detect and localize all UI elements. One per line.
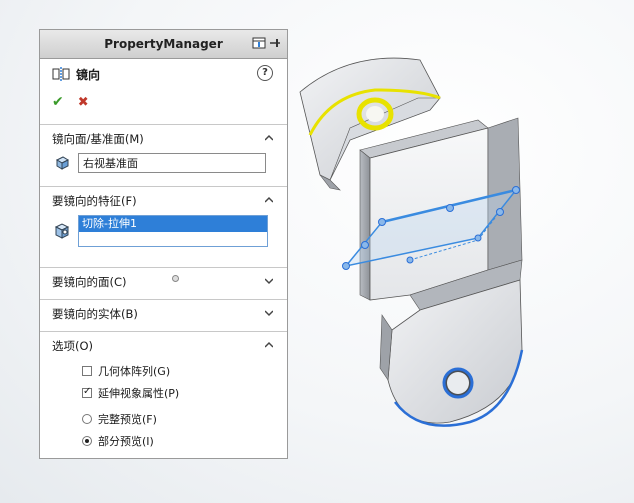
chevron-up-icon[interactable] [265,196,273,204]
full-preview-option[interactable]: 完整预览(F) [40,408,287,430]
features-list[interactable]: 切除-拉伸1 [78,215,268,247]
propagate-visual-option[interactable]: 延伸视象属性(P) [40,382,287,404]
propagate-visual-label: 延伸视象属性(P) [98,387,180,400]
options-group-title[interactable]: 选项(O) [40,332,287,360]
partial-preview-option[interactable]: 部分预览(I) [40,430,287,452]
plane-cube-icon [55,156,70,170]
model-viewport[interactable] [290,50,630,490]
partial-preview-label: 部分预览(I) [98,435,154,448]
options-group: 选项(O) 几何体阵列(G) 延伸视象属性(P) 完整预览(F) 部分预览(I) [40,331,287,452]
mirror-plane-field[interactable]: 右视基准面 [78,153,266,173]
property-manager-panel: PropertyManager 镜向 ? ✔ ✖ 镜向面/基准面(M) 右视基准… [39,29,288,459]
propagate-visual-checkbox[interactable] [82,386,92,398]
split-panel-icon[interactable] [252,37,266,49]
mirror-plane-group-title[interactable]: 镜向面/基准面(M) [40,125,287,153]
cancel-button[interactable]: ✖ [78,95,89,110]
full-preview-label: 完整预览(F) [98,413,157,426]
features-group-title[interactable]: 要镜向的特征(F) [40,187,287,215]
geometry-pattern-checkbox[interactable] [82,366,92,376]
pin-icon[interactable] [269,37,281,49]
list-item[interactable]: 切除-拉伸1 [79,216,267,232]
ok-cancel-row: ✔ ✖ [40,89,287,115]
geometry-pattern-option[interactable]: 几何体阵列(G) [40,360,287,382]
chevron-down-icon[interactable] [265,277,273,285]
chevron-up-icon[interactable] [265,341,273,349]
mirror-feature-icon [52,67,70,81]
header-icons [252,37,281,49]
feature-title: 镜向 [76,67,101,82]
partial-preview-radio[interactable] [82,436,92,446]
bodies-group: 要镜向的实体(B) [40,299,287,331]
geometry-pattern-label: 几何体阵列(G) [98,365,171,378]
mirror-plane-group: 镜向面/基准面(M) 右视基准面 [40,124,287,186]
features-group: 要镜向的特征(F) 切除-拉伸1 [40,186,287,267]
help-icon[interactable]: ? [257,65,273,81]
faces-group-title[interactable]: 要镜向的面(C) [40,268,287,296]
ok-button[interactable]: ✔ [52,94,64,110]
mirror-plane-field-row: 右视基准面 [40,153,287,173]
property-manager-header: PropertyManager [40,30,287,59]
full-preview-radio[interactable] [82,414,92,424]
bodies-group-title[interactable]: 要镜向的实体(B) [40,300,287,328]
feature-select-icon [54,223,70,239]
feature-title-row: 镜向 ? [40,59,287,89]
faces-group: 要镜向的面(C) [40,267,287,299]
chevron-up-icon[interactable] [265,134,273,142]
chevron-down-icon[interactable] [265,309,273,317]
property-manager-title: PropertyManager [104,37,223,51]
features-field-row: 切除-拉伸1 [40,215,287,247]
